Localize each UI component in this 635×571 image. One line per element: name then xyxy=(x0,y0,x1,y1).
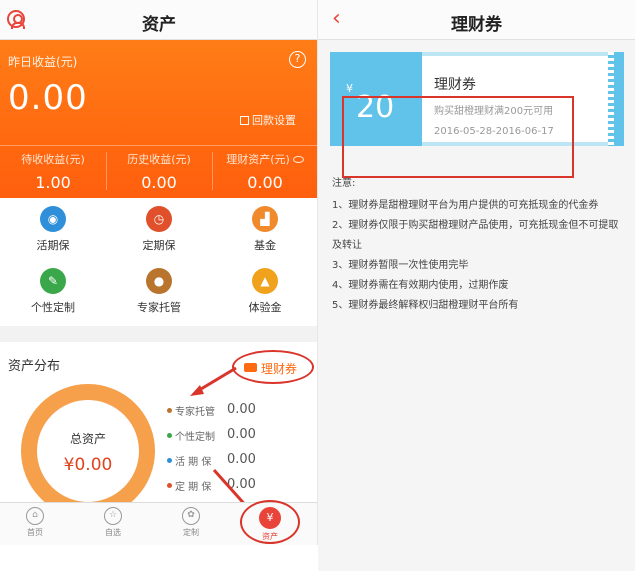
page-title: 理财券 xyxy=(451,15,502,35)
annotation-circle-tab xyxy=(240,500,300,544)
tab-custom[interactable]: ✿ 定制 xyxy=(163,507,219,538)
note-item: 3、理财券暂限一次性使用完毕 xyxy=(332,260,469,271)
arrow-line-coupon xyxy=(195,366,237,394)
notes-title: 注意: xyxy=(332,178,356,189)
note-item: 5、理财券最终解释权归甜橙理财平台所有 xyxy=(332,300,519,311)
coupon-perforated-edge xyxy=(608,52,624,146)
coupon-name: 理财券 xyxy=(434,77,476,93)
assets-screen: 资产 昨日收益(元) ? 0.00 回款设置 待收收益(元) 1.00 历史收益… xyxy=(0,0,318,545)
star-icon: ☆ xyxy=(104,507,122,525)
note-item: 1、理财券是甜橙理财平台为用户提供的可充抵现金的代金券 xyxy=(332,200,599,211)
annotation-arrows xyxy=(190,366,254,515)
note-item: 2、理财券仅限于购买甜橙理财产品使用，可充抵现金但不可提取及转让 xyxy=(332,220,619,251)
tab-home[interactable]: ⌂ 首页 xyxy=(7,507,63,538)
currency-symbol: ¥ xyxy=(346,82,353,95)
tab-label: 自选 xyxy=(105,528,121,537)
home-icon: ⌂ xyxy=(26,507,44,525)
coupon-content: ¥ 20 理财券 购买甜橙理财满200元可用 2016-05-28-2016-0… xyxy=(318,40,635,571)
custom-icon: ✿ xyxy=(182,507,200,525)
coupon-screen: ‹ 理财券 ¥ 20 理财券 购买甜橙理财满200元可用 2016-05-28-… xyxy=(318,0,635,571)
note-item: 4、理财券需在有效期内使用，过期作废 xyxy=(332,280,509,291)
notes-section: 注意: 1、理财券是甜橙理财平台为用户提供的可充抵现金的代金券 2、理财券仅限于… xyxy=(332,174,628,316)
annotation-box-coupon xyxy=(342,96,574,178)
tab-favorites[interactable]: ☆ 自选 xyxy=(85,507,141,538)
tab-label: 首页 xyxy=(27,528,43,537)
header-bar: ‹ 理财券 xyxy=(318,0,635,40)
arrow-head-coupon xyxy=(190,385,204,396)
tab-label: 定制 xyxy=(183,528,199,537)
